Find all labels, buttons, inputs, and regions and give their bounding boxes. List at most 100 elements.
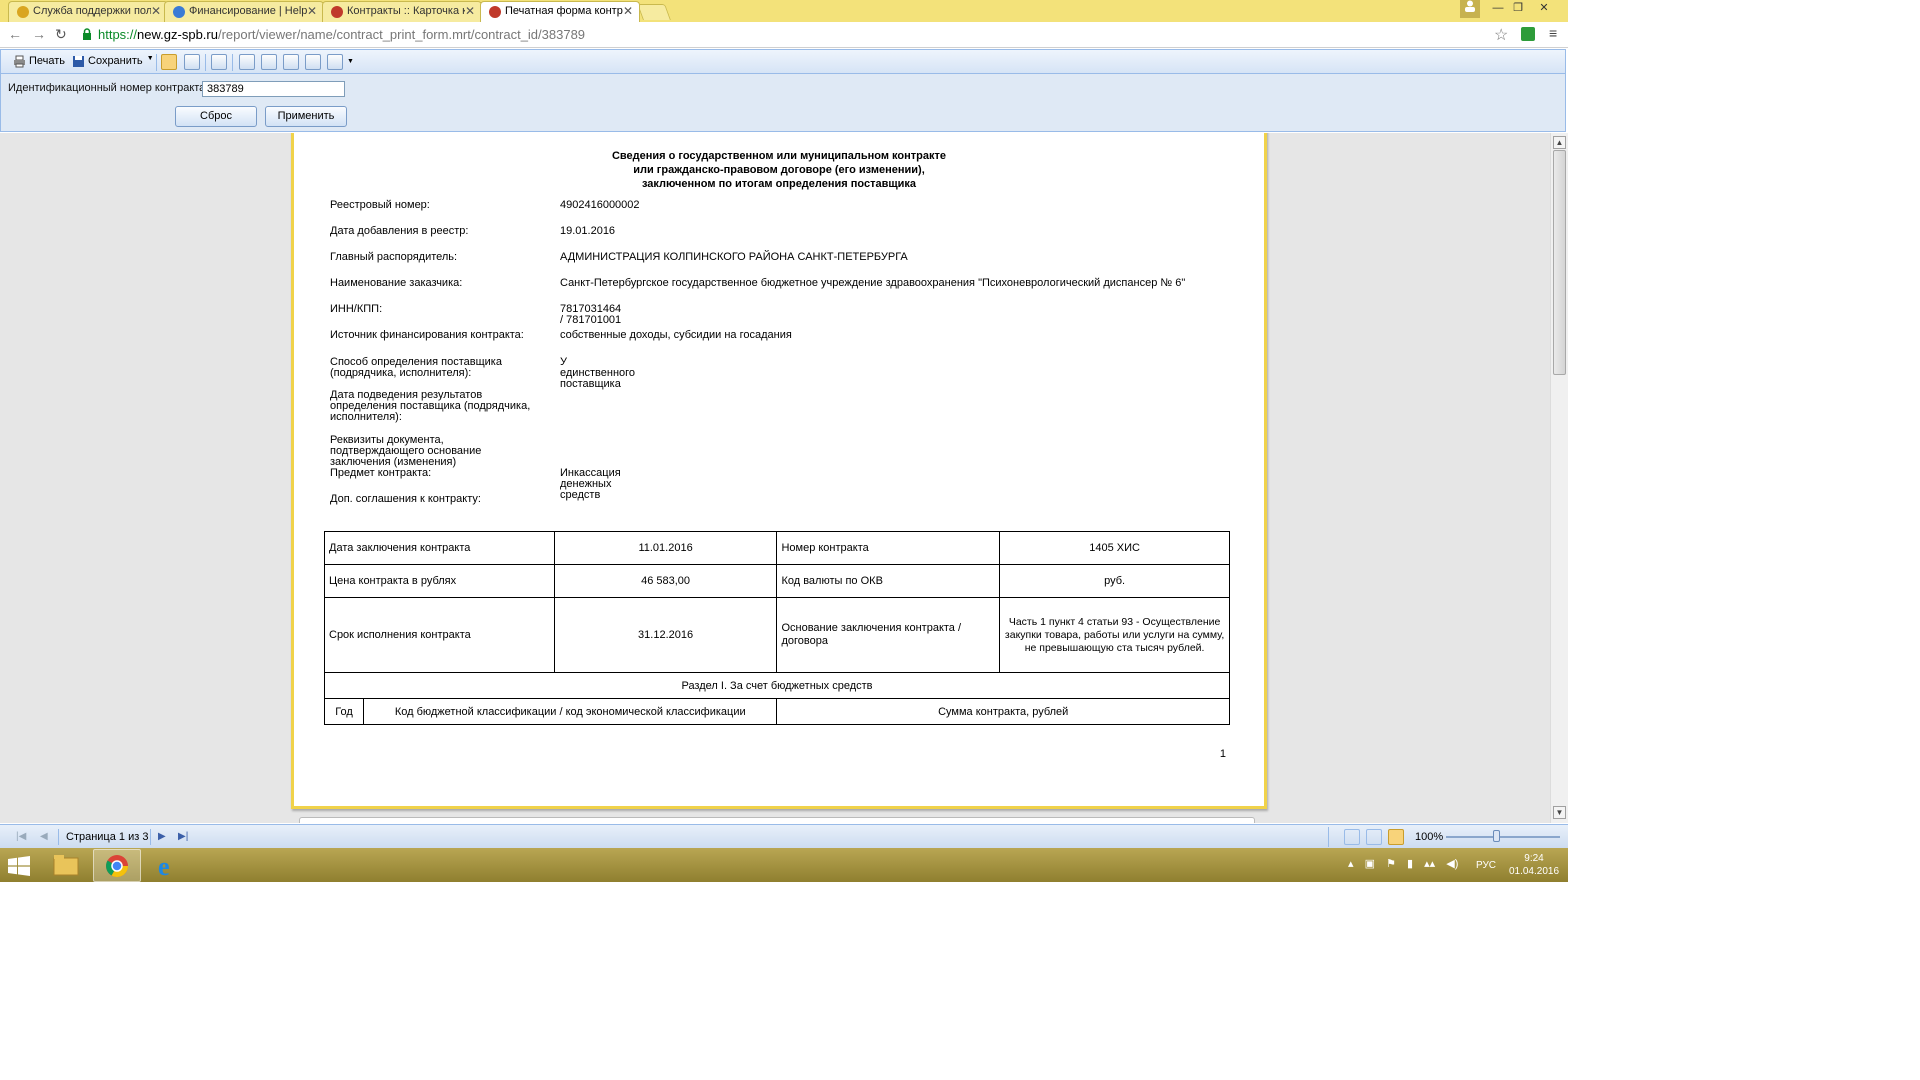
- field-label: Предмет контракта:: [330, 467, 432, 479]
- continuous-mode-icon[interactable]: [1366, 829, 1382, 845]
- field-value: 19.01.2016: [560, 225, 616, 237]
- last-page-icon[interactable]: ▶|: [178, 831, 188, 842]
- tab-support[interactable]: Служба поддержки поль ✕: [8, 1, 168, 22]
- print-button[interactable]: Печать: [11, 53, 68, 71]
- restore-icon[interactable]: ❐: [1508, 0, 1528, 18]
- scrollbar-thumb[interactable]: [1553, 150, 1566, 375]
- table-cell-value: 1405 ХИС: [999, 531, 1230, 565]
- windows-start-icon[interactable]: [8, 856, 30, 876]
- user-icon[interactable]: [1460, 0, 1480, 18]
- reload-icon[interactable]: ↻: [55, 26, 67, 43]
- menu-icon[interactable]: ≡: [1549, 25, 1557, 41]
- forward-arrow-icon[interactable]: →: [32, 26, 46, 42]
- tab-contracts-card[interactable]: Контракты :: Карточка ко ✕: [322, 1, 482, 22]
- previous-page-icon[interactable]: ◀: [40, 831, 48, 842]
- report-status-bar: |◀ ◀ Страница 1 из 3 ▶ ▶| 100%: [0, 824, 1568, 848]
- network-signal-icon[interactable]: ▴▴: [1424, 858, 1435, 870]
- field-value: У единственного поставщика: [560, 356, 636, 390]
- next-report-page: [299, 817, 1255, 823]
- vertical-scrollbar[interactable]: ▲ ▼: [1550, 133, 1568, 823]
- close-icon[interactable]: ✕: [465, 4, 475, 18]
- internet-explorer-icon[interactable]: e: [144, 849, 192, 882]
- save-button[interactable]: Сохранить ▼: [70, 53, 155, 71]
- tab-financing[interactable]: Финансирование | HelpD ✕: [164, 1, 324, 22]
- chrome-icon[interactable]: [93, 849, 141, 882]
- scroll-up-arrow-icon[interactable]: ▲: [1553, 136, 1566, 149]
- report-title: Сведения о государственном или муниципал…: [294, 149, 1264, 191]
- toolbar-divider: [58, 829, 59, 845]
- contracts-favicon-icon: [331, 6, 343, 18]
- zoom-options-icon[interactable]: [327, 54, 343, 70]
- tab-title: Контракты :: Карточка ко: [347, 5, 465, 17]
- volume-icon[interactable]: ◀): [1446, 858, 1458, 870]
- battery-icon[interactable]: ▮: [1407, 858, 1413, 870]
- field-label: Наименование заказчика:: [330, 277, 463, 289]
- toolbar-divider: [150, 829, 151, 845]
- field-value: собственные доходы, субсидии на госадани…: [560, 329, 792, 341]
- page-setup-icon[interactable]: [305, 54, 321, 70]
- continuous-view-icon[interactable]: [261, 54, 277, 70]
- url-field[interactable]: https://new.gz-spb.ru/report/viewer/name…: [80, 25, 1512, 45]
- table-row: Дата заключения контракта 11.01.2016 Ном…: [324, 531, 1230, 565]
- system-clock[interactable]: 9:24 01.04.2016: [1506, 852, 1562, 878]
- contract-id-input[interactable]: [202, 81, 345, 97]
- notification-flag-icon[interactable]: ⚑: [1386, 858, 1396, 870]
- table-cell-value: 31.12.2016: [553, 597, 778, 673]
- scroll-down-arrow-icon[interactable]: ▼: [1553, 806, 1566, 819]
- contract-details-table: Дата заключения контракта 11.01.2016 Ном…: [324, 531, 1230, 725]
- lock-icon: [83, 28, 91, 40]
- system-tray: ▴ ▣ ⚑ ▮ ▴▴ ◀): [1348, 857, 1458, 870]
- report-view-area: Сведения о государственном или муниципал…: [0, 133, 1550, 823]
- multi-page-mode-icon[interactable]: [1388, 829, 1404, 845]
- toolbar-divider: [1328, 827, 1329, 847]
- file-explorer-icon[interactable]: [42, 849, 90, 882]
- column-header-budget-code: Код бюджетной классификации / код эконом…: [362, 698, 778, 725]
- close-icon[interactable]: ✕: [623, 4, 633, 18]
- zoom-slider-thumb[interactable]: [1493, 830, 1500, 842]
- single-page-view-icon[interactable]: [239, 54, 255, 70]
- parameters-toggle-button[interactable]: [161, 54, 177, 70]
- reset-button[interactable]: Сброс: [175, 106, 257, 127]
- first-page-icon[interactable]: |◀: [16, 831, 26, 842]
- close-icon[interactable]: ✕: [307, 4, 317, 18]
- table-cell-label: Срок исполнения контракта: [324, 597, 555, 673]
- field-label: Дата добавления в реестр:: [330, 225, 469, 237]
- report-page: Сведения о государственном или муниципал…: [291, 133, 1267, 809]
- find-icon[interactable]: [211, 54, 227, 70]
- apply-button[interactable]: Применить: [265, 106, 347, 127]
- new-tab-button[interactable]: [637, 4, 671, 20]
- table-cell-label: Цена контракта в рублях: [324, 564, 555, 598]
- section-heading: Раздел I. За счет бюджетных средств: [324, 672, 1230, 699]
- zoom-slider-track[interactable]: [1446, 836, 1560, 838]
- table-cell-value: Часть 1 пункт 4 статьи 93 - Осуществлени…: [999, 597, 1230, 673]
- extension-icon[interactable]: [1521, 27, 1535, 41]
- chevron-down-icon[interactable]: ▼: [347, 58, 354, 65]
- table-cell-value: руб.: [999, 564, 1230, 598]
- table-row: Срок исполнения контракта 31.12.2016 Осн…: [324, 597, 1230, 673]
- single-page-mode-icon[interactable]: [1344, 829, 1360, 845]
- minimize-icon[interactable]: —: [1488, 0, 1508, 18]
- zoom-level: 100%: [1415, 831, 1444, 843]
- field-value: 7817031464 / 781701001: [560, 303, 622, 326]
- next-page-icon[interactable]: ▶: [158, 831, 166, 842]
- bookmarks-toggle-button[interactable]: [184, 54, 200, 70]
- page-info: Страница 1 из 3: [66, 831, 149, 843]
- tray-expand-icon[interactable]: ▴: [1348, 858, 1354, 870]
- tab-title: Финансирование | HelpD: [189, 5, 307, 17]
- contract-id-label: Идентификационный номер контракта: [8, 82, 206, 94]
- column-header-year: Год: [324, 698, 364, 725]
- close-icon[interactable]: ✕: [151, 4, 161, 18]
- printer-tray-icon[interactable]: ▣: [1365, 858, 1375, 870]
- clock-date: 01.04.2016: [1508, 866, 1560, 877]
- language-indicator[interactable]: РУС: [1476, 860, 1496, 871]
- multi-page-view-icon[interactable]: [283, 54, 299, 70]
- report-toolbar: Печать Сохранить ▼ ▼: [0, 49, 1566, 74]
- helpdesk-favicon-icon: [173, 6, 185, 18]
- bookmark-star-icon[interactable]: ☆: [1494, 25, 1508, 45]
- back-arrow-icon[interactable]: ←: [8, 26, 22, 42]
- chevron-down-icon: ▼: [146, 55, 154, 62]
- table-cell-value: 46 583,00: [553, 564, 778, 598]
- tab-print-form[interactable]: Печатная форма контра ✕: [480, 1, 640, 22]
- toolbar-divider: [156, 54, 157, 71]
- window-close-icon[interactable]: ✕: [1528, 0, 1560, 18]
